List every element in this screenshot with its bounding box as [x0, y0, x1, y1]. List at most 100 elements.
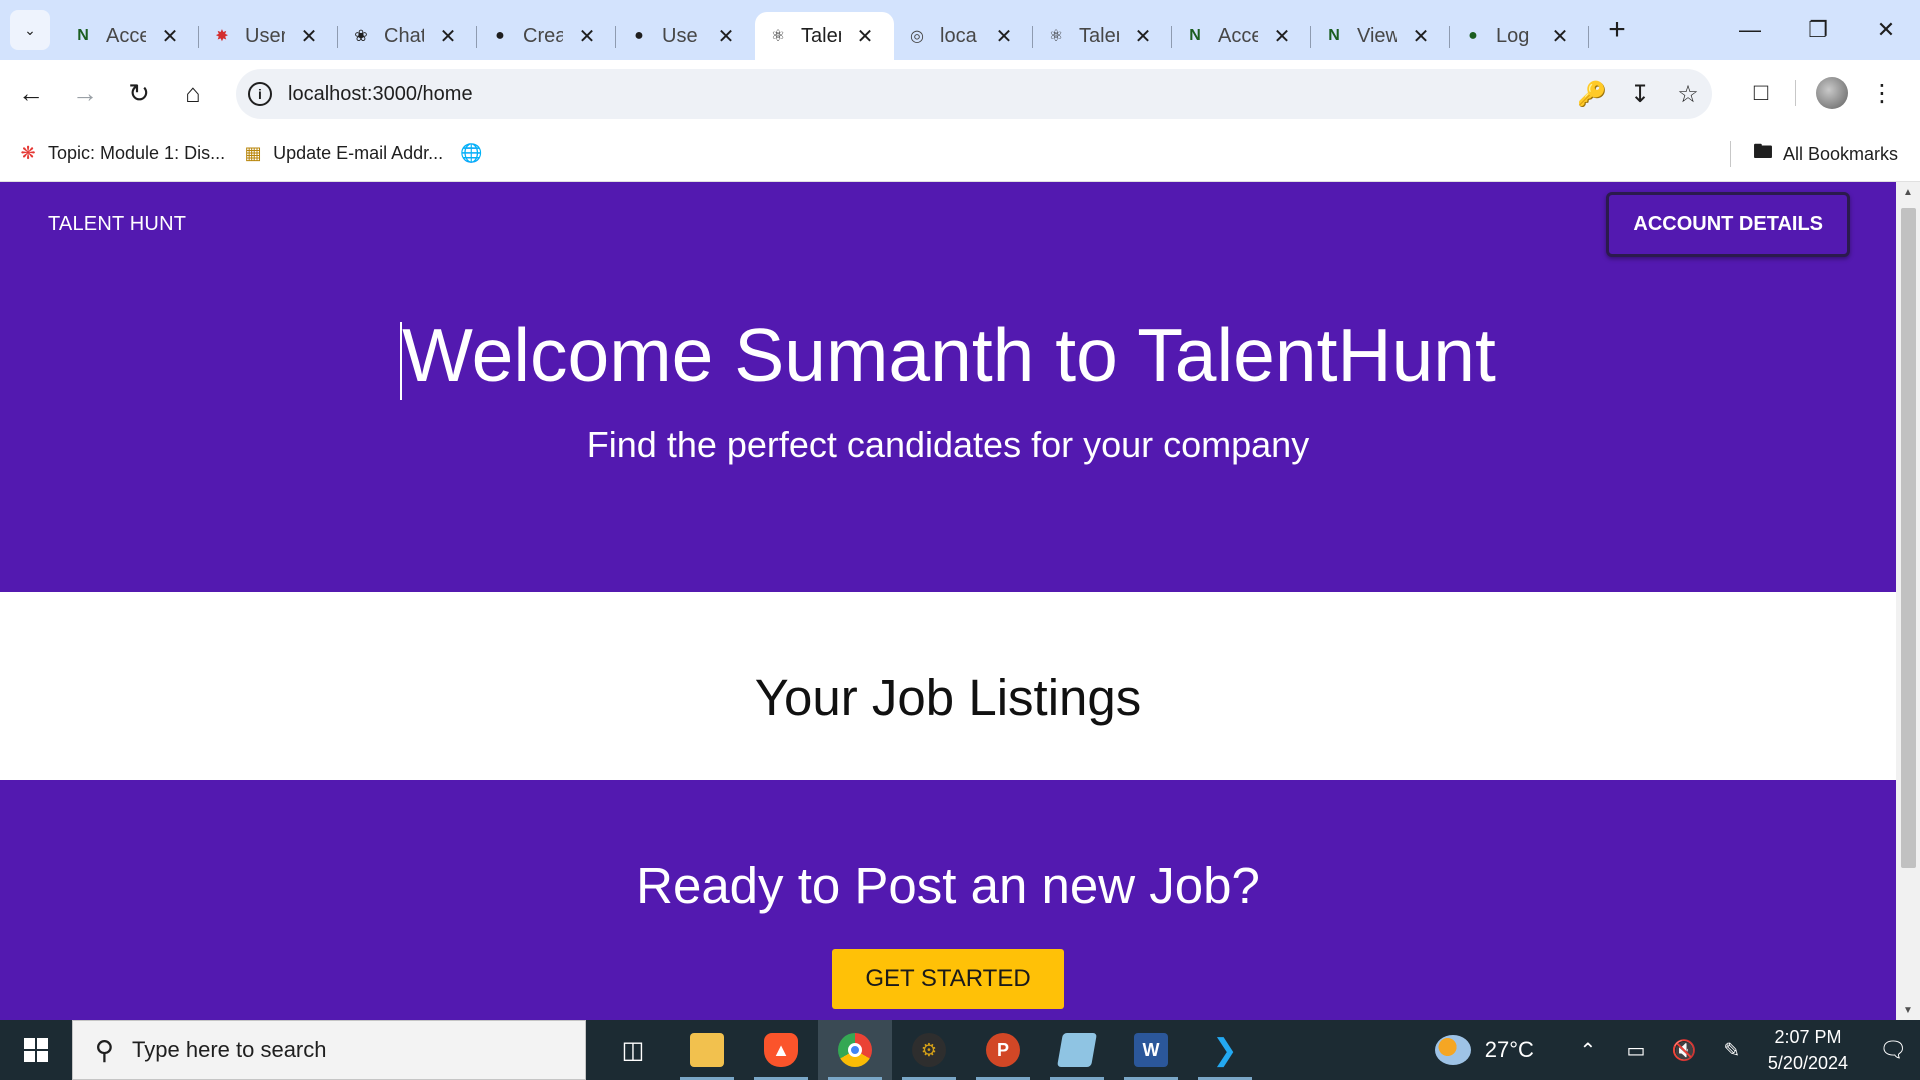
close-tab-icon[interactable]: ✕	[993, 24, 1015, 49]
hero-title: Welcome Sumanth to TalentHunt	[0, 314, 1896, 401]
star-icon[interactable]: ☆	[1664, 70, 1712, 118]
mongodb-leaf-icon: ●	[1468, 27, 1478, 44]
notification-icon[interactable]: 🗨	[1866, 1020, 1920, 1080]
browser-tab[interactable]: ⚛ Talen ✕	[1033, 12, 1172, 60]
url-text[interactable]: localhost:3000/home	[288, 83, 473, 106]
browser-tab[interactable]: N Acce ✕	[60, 12, 199, 60]
close-tab-icon[interactable]: ✕	[715, 24, 737, 49]
brave-app[interactable]: ▲	[744, 1020, 818, 1080]
close-tab-icon[interactable]: ✕	[1132, 24, 1154, 49]
close-tab-icon[interactable]: ✕	[1410, 24, 1432, 49]
site-info-icon[interactable]: i	[248, 82, 272, 106]
settings-app[interactable]: ⚙	[892, 1020, 966, 1080]
scroll-thumb[interactable]	[1901, 208, 1916, 868]
task-view-button[interactable]: ◫	[596, 1020, 670, 1080]
scroll-up-icon[interactable]: ▲	[1896, 182, 1920, 202]
close-tab-icon[interactable]: ✕	[159, 24, 181, 49]
install-app-icon[interactable]: ↧	[1616, 70, 1664, 118]
browser-tab[interactable]: ● Crea ✕	[477, 12, 616, 60]
key-icon[interactable]: 🔑	[1568, 70, 1616, 118]
reload-button[interactable]: ↻	[116, 70, 162, 116]
clock-date: 5/20/2024	[1767, 1053, 1848, 1073]
browser-tab[interactable]: N Acce ✕	[1172, 12, 1311, 60]
site-navbar: TALENT HUNT ACCOUNT DETAILS	[0, 182, 1896, 266]
weather-widget[interactable]: 27°C	[1434, 1035, 1534, 1065]
plus-icon: +	[1608, 13, 1626, 46]
windows-taskbar: ⚲ Type here to search ◫ ▲ ⚙ P W ❯ 27°C ⌃…	[0, 1020, 1920, 1080]
tab-strip: ⌄ N Acce ✕ ✸ User ✕ ❀ Chat ✕ ● Crea ✕ ● Use ✕ ⚛ Talen ✕ ◎ l…	[0, 0, 1920, 60]
browser-tab[interactable]: N View ✕	[1311, 12, 1450, 60]
react-red-icon: ✸	[215, 28, 229, 45]
browser-tab[interactable]: ● Use ✕	[616, 12, 755, 60]
tab-title: Chat	[384, 24, 424, 47]
browser-tab[interactable]: ● Log ✕	[1450, 12, 1589, 60]
speaker-muted-icon[interactable]: 🔇	[1660, 1020, 1708, 1080]
search-icon: ⚲	[95, 1034, 115, 1065]
menu-kebab-icon[interactable]: ⋮	[1858, 69, 1906, 117]
minimize-button[interactable]: —	[1716, 0, 1784, 60]
close-icon: ✕	[1876, 17, 1896, 42]
close-tab-icon[interactable]: ✕	[437, 24, 459, 49]
openai-icon: ❀	[354, 28, 368, 45]
account-details-button[interactable]: ACCOUNT DETAILS	[1606, 191, 1850, 257]
system-tray: 27°C ⌃ ▭ 🔇 ✎ 2:07 PM 5/20/2024 🗨	[1434, 1020, 1920, 1080]
arrow-right-icon: →	[72, 77, 98, 108]
bookmark-globe[interactable]: 🌐	[459, 142, 491, 166]
bookmark-update-email[interactable]: ▦ Update E-mail Addr...	[241, 142, 444, 166]
search-placeholder: Type here to search	[132, 1037, 327, 1062]
folder-icon	[690, 1033, 724, 1067]
browser-tab[interactable]: ✸ User ✕	[199, 12, 338, 60]
restore-button[interactable]: ❐	[1784, 0, 1852, 60]
reload-icon: ↻	[128, 77, 150, 108]
clock[interactable]: 2:07 PM 5/20/2024	[1768, 1024, 1848, 1076]
address-bar[interactable]: i localhost:3000/home 🔑 ↧ ☆	[236, 69, 1712, 119]
temperature-text: 27°C	[1484, 1037, 1534, 1062]
close-tab-icon[interactable]: ✕	[854, 24, 876, 49]
pen-icon[interactable]: ✎	[1708, 1020, 1756, 1080]
tab-list: N Acce ✕ ✸ User ✕ ❀ Chat ✕ ● Crea ✕ ● Use ✕ ⚛ Talen ✕ ◎ loc…	[60, 0, 1589, 60]
close-window-button[interactable]: ✕	[1852, 0, 1920, 60]
forward-button[interactable]: →	[62, 70, 108, 116]
page-scrollbar[interactable]: ▲ ▼	[1896, 182, 1920, 1020]
close-tab-icon[interactable]: ✕	[576, 24, 598, 49]
start-button[interactable]	[0, 1020, 72, 1080]
close-tab-icon[interactable]: ✕	[1549, 24, 1571, 49]
chrome-app[interactable]	[818, 1020, 892, 1080]
notion-n-icon: N	[77, 27, 89, 44]
file-explorer-app[interactable]	[670, 1020, 744, 1080]
vscode-icon: ❯	[1212, 1033, 1238, 1067]
notion-n-icon: N	[1328, 27, 1340, 44]
react-icon: ⚛	[770, 28, 786, 45]
vscode-app[interactable]: ❯	[1188, 1020, 1262, 1080]
new-tab-button[interactable]: +	[1597, 10, 1637, 50]
close-tab-icon[interactable]: ✕	[298, 24, 320, 49]
powerpoint-app[interactable]: P	[966, 1020, 1040, 1080]
powerpoint-icon: P	[986, 1033, 1020, 1067]
back-button[interactable]: ←	[8, 70, 54, 116]
word-app[interactable]: W	[1114, 1020, 1188, 1080]
taskbar-search-input[interactable]: ⚲ Type here to search	[72, 1020, 586, 1080]
brand-logo-text[interactable]: TALENT HUNT	[48, 213, 186, 236]
close-tab-icon[interactable]: ✕	[1271, 24, 1293, 49]
scroll-down-icon[interactable]: ▼	[1896, 1000, 1920, 1020]
all-bookmarks[interactable]: 🖿 All Bookmarks	[1729, 126, 1898, 182]
browser-tab[interactable]: ◎ loca ✕	[894, 12, 1033, 60]
job-listings-title: Your Job Listings	[754, 669, 1142, 726]
extensions-icon[interactable]: □	[1737, 69, 1785, 117]
home-button[interactable]: ⌂	[170, 70, 216, 116]
profile-avatar[interactable]	[1816, 77, 1848, 109]
notepad-app[interactable]	[1040, 1020, 1114, 1080]
browser-tab[interactable]: ⚛ Talen ✕	[755, 12, 894, 60]
browser-tab[interactable]: ❀ Chat ✕	[338, 12, 477, 60]
taskbar-apps: ◫ ▲ ⚙ P W ❯	[596, 1020, 1262, 1080]
folder-icon: 🖿	[1752, 141, 1773, 163]
get-started-button[interactable]: GET STARTED	[832, 949, 1064, 1009]
tab-title: View	[1357, 24, 1397, 47]
tab-title: Acce	[106, 24, 146, 47]
github-icon: ●	[634, 27, 644, 44]
battery-icon[interactable]: ▭	[1612, 1020, 1660, 1080]
job-listings-section: Your Job Listings	[0, 592, 1896, 780]
chevron-up-icon[interactable]: ⌃	[1564, 1020, 1612, 1080]
tab-search-button[interactable]: ⌄	[10, 10, 50, 50]
bookmark-topic-module[interactable]: ❋ Topic: Module 1: Dis...	[16, 142, 225, 166]
